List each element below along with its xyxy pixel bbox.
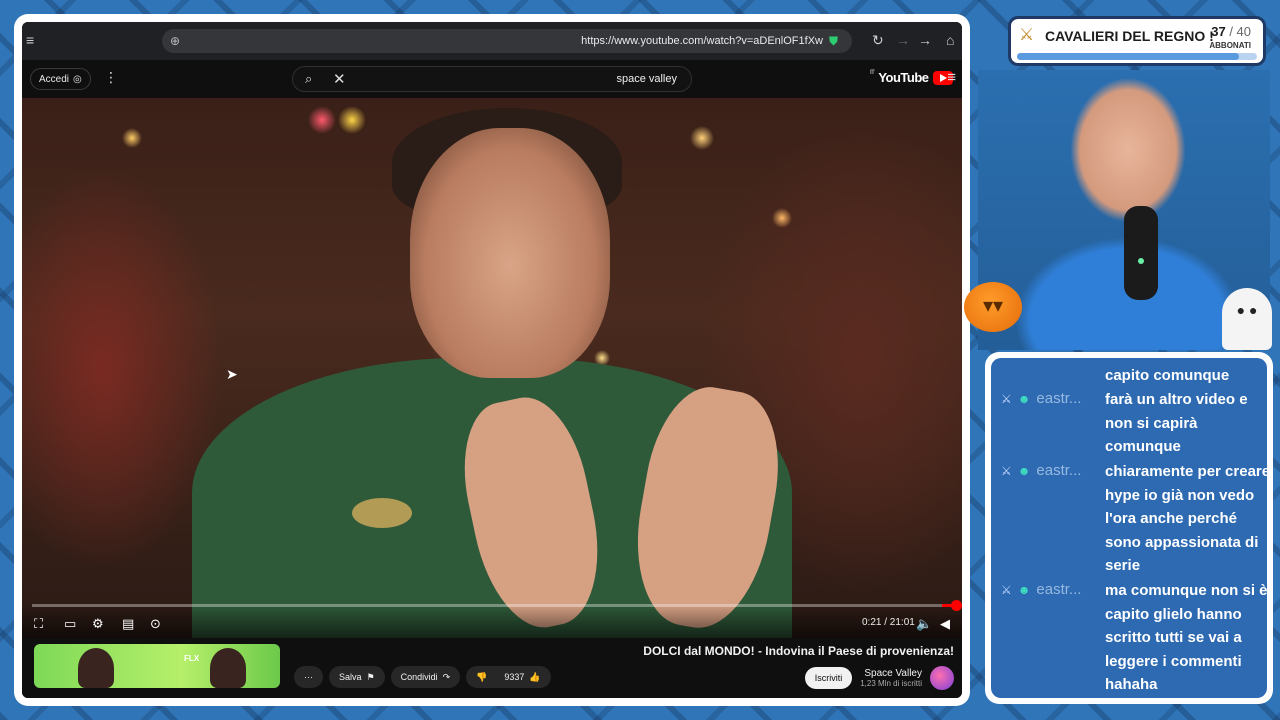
logo-text: YouTube [878,70,929,85]
microphone-light [1138,258,1144,264]
shield-icon[interactable]: ⛊ [829,34,838,49]
progress-fill [942,600,962,611]
chat-message-meta: ⚔ ☻ eastr... [1001,462,1081,479]
share-icon: ↷ [442,671,451,682]
sword-badge-icon: ⚔ [1001,391,1012,406]
clear-search-icon[interactable]: ✕ [333,70,346,88]
browser-capture-frame: ≡ ⊕ https://www.youtube.com/watch?v=aDEn… [14,14,970,706]
theater-mode-icon[interactable]: ▭ [64,616,76,632]
more-options-icon[interactable]: ⋮ [104,69,118,86]
video-title: DOLCI dal MONDO! - Indovina il Paese di … [643,644,954,658]
volume-icon[interactable]: 🔈 [916,616,932,632]
more-actions-button[interactable]: ··· [294,666,323,688]
subscribe-button[interactable]: Iscriviti [804,667,853,689]
reload-icon[interactable]: ↻ [872,32,884,49]
logo-region: IT [870,70,875,76]
progress-bar[interactable] [32,600,962,611]
emote-icon: ☻ [1017,582,1031,597]
goal-progress-bar [1017,53,1257,60]
like-count: 9337 [504,672,525,682]
channel-text: Space Valley 1,23 Mln di iscritti [860,668,922,688]
share-label: Condividi [400,672,438,682]
video-shirt-logo [352,498,412,528]
sword-icon: ⚔ [1019,25,1035,44]
video-info-area: FLX DOLCI dal MONDO! - Indovina il Paese… [22,638,962,698]
thumb-face-1 [78,648,114,688]
back-icon[interactable]: → [918,32,932,48]
search-query: space valley [616,73,677,85]
video-actions: ··· Salva ⚑ Condividi ↷ 👎 9337 👍 [294,666,551,688]
channel-avatar[interactable] [930,666,954,690]
chat-message-text: chiaramente per creare hype io già non v… [1105,463,1267,575]
settings-icon[interactable]: ⚙ [92,616,104,632]
youtube-header: Accedi ◎ ⋮ ⌕ ✕ space valley IT YouTube ≡ [22,60,962,98]
emote-icon: ☻ [1017,391,1031,406]
time-display: 0:21 / 21:01 [862,617,915,628]
thumb-badge: FLX [184,654,200,663]
signin-button[interactable]: Accedi ◎ [30,68,91,90]
subscriber-goal-widget: ⚔ CAVALIERI DEL REGNO ! 37 / 40 ABBONATI [1008,16,1266,66]
player-controls: ⛶ ▭ ⚙ ▤ ⊙ 0:21 / 21:01 🔈 ◀ [22,600,962,638]
save-label: Salva [339,672,362,682]
account-icon: ◎ [73,73,82,85]
search-icon[interactable]: ⌕ [305,71,312,87]
browser-window: ≡ ⊕ https://www.youtube.com/watch?v=aDEn… [22,22,962,698]
recommended-thumbnail[interactable]: FLX [34,644,280,688]
ghost-icon: ● ● [1222,288,1272,350]
chat-username[interactable]: eastr... [1036,462,1081,479]
search-input[interactable]: ⌕ ✕ space valley [292,66,692,92]
video-person-head [410,128,610,378]
pumpkin-icon: ▾▾ [964,282,1022,332]
share-button[interactable]: Condividi ↷ [390,666,461,688]
goal-label: ABBONATI [1209,41,1251,50]
chat-message-meta: ⚔ ☻ eastr... [1001,581,1081,598]
sword-badge-icon: ⚔ [1001,582,1012,597]
chat-username[interactable]: eastr... [1036,390,1081,407]
signin-label: Accedi [39,73,70,85]
channel-subscribers: 1,23 Mln di iscritti [860,679,922,688]
play-icon[interactable]: ◀ [940,616,950,632]
progress-handle[interactable] [951,600,962,611]
browser-toolbar: ≡ ⊕ https://www.youtube.com/watch?v=aDEn… [22,22,962,60]
url-text: https://www.youtube.com/watch?v=aDEnlOF1… [581,35,823,47]
chat-username[interactable]: eastr... [1036,581,1081,598]
like-dislike-button[interactable]: 👎 9337 👍 [466,666,551,688]
emote-icon: ☻ [1017,463,1031,478]
autoplay-toggle-icon[interactable]: ⊙ [150,616,161,632]
chat-message-text: capito comunque [1105,367,1230,384]
save-button[interactable]: Salva ⚑ [329,666,385,688]
fullscreen-icon[interactable]: ⛶ [34,616,43,632]
forward-icon[interactable]: → [896,32,910,48]
goal-count: 37 / 40 [1211,24,1251,39]
thumb-face-2 [210,648,246,688]
guide-menu-icon[interactable]: ≡ [947,69,956,86]
address-bar[interactable]: ⊕ https://www.youtube.com/watch?v=aDEnlO… [162,29,852,53]
more-actions-label: ··· [304,672,313,682]
chat-message-text: ma comunque non si è capito glielo hanno… [1105,582,1267,694]
menu-icon[interactable]: ≡ [26,32,34,48]
mouse-cursor-icon: ➤ [226,366,238,382]
video-player[interactable]: ➤ [22,98,962,658]
dislike-icon[interactable]: 👎 [476,672,487,683]
youtube-logo[interactable]: IT YouTube [870,70,953,85]
lens-icon[interactable]: ⊕ [170,34,180,48]
goal-current: 37 [1211,24,1226,39]
goal-total: / 40 [1229,24,1251,39]
channel-info: Iscriviti Space Valley 1,23 Mln di iscri… [804,666,954,690]
bookmark-icon: ⚑ [366,671,375,682]
goal-title: CAVALIERI DEL REGNO ! [1045,28,1214,44]
goal-progress-fill [1017,53,1239,60]
like-icon[interactable]: 👍 [529,672,540,683]
microphone [1124,206,1158,300]
chat-message-meta: ⚔ ☻ eastr... [1001,390,1081,407]
sword-badge-icon: ⚔ [1001,463,1012,478]
channel-name[interactable]: Space Valley [860,668,922,679]
home-icon[interactable]: ⌂ [946,32,954,48]
chat-messages: capito comunque ⚔ ☻ eastr... farà un alt… [991,358,1267,698]
subtitles-icon[interactable]: ▤ [122,616,134,632]
chat-panel: capito comunque ⚔ ☻ eastr... farà un alt… [985,352,1273,704]
chat-message-text: farà un altro video e non si capirà comu… [1105,391,1248,456]
